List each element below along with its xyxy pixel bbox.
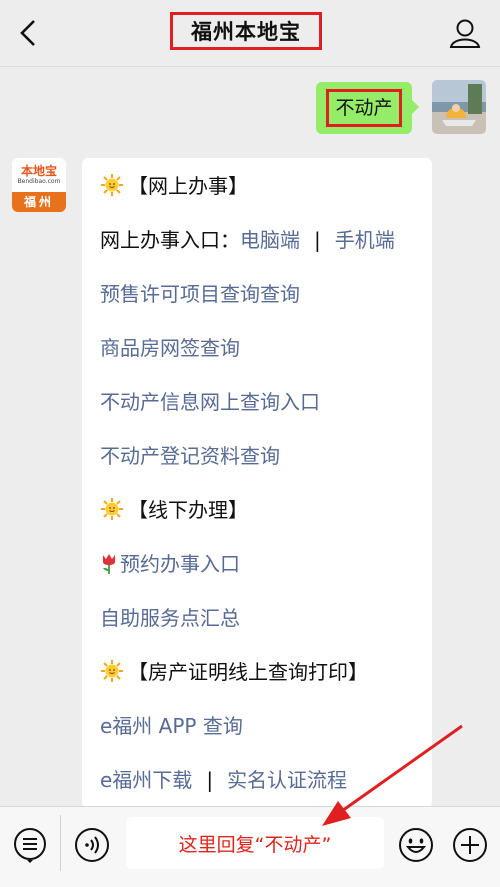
- entry-separator: |: [314, 228, 321, 252]
- mobile-link[interactable]: 手机端: [335, 228, 395, 252]
- section-offline: 【线下办理】: [100, 496, 248, 524]
- bot-avatar[interactable]: 本地宝 Bendibao.com 福州: [12, 158, 66, 212]
- section-certificate-label: 【房产证明线上查询打印】: [128, 660, 368, 684]
- input-bar: 这里回复“不动产”: [0, 806, 500, 887]
- section-online: 【网上办事】: [100, 172, 248, 200]
- user-avatar-image: [432, 80, 486, 134]
- message-input[interactable]: 这里回复“不动产”: [126, 817, 384, 869]
- plus-icon[interactable]: [452, 827, 488, 863]
- sun-icon: [101, 174, 123, 196]
- pc-link[interactable]: 电脑端: [240, 228, 300, 252]
- input-hint: 这里回复“不动产”: [178, 833, 332, 856]
- efuzhou-download-link[interactable]: e福州下载: [100, 768, 192, 792]
- section-online-label: 【网上办事】: [128, 174, 248, 198]
- bot-logo-text: 本地宝: [20, 164, 57, 178]
- section-certificate: 【房产证明线上查询打印】: [100, 658, 368, 686]
- sun-icon: [101, 498, 123, 520]
- appointment-entry-row[interactable]: 预约办事入口: [100, 550, 240, 578]
- sun-icon: [101, 660, 123, 682]
- reply-bubble: 【网上办事】 网上办事入口：电脑端 | 手机端 预售许可项目查询查询 商品房网签查询…: [82, 158, 432, 808]
- tulip-icon: [103, 554, 115, 574]
- menu-icon[interactable]: [12, 827, 48, 863]
- efuzhou-download-row: e福州下载 | 实名认证流程: [100, 766, 347, 794]
- house-contract-query-link[interactable]: 商品房网签查询: [100, 334, 240, 362]
- chat-title-highlight: 福州本地宝: [170, 12, 322, 50]
- real-name-auth-link[interactable]: 实名认证流程: [227, 768, 347, 792]
- sent-message-bubble: 不动产: [316, 82, 419, 134]
- profile-icon[interactable]: [448, 16, 482, 50]
- registration-record-query-link[interactable]: 不动产登记资料查询: [100, 442, 280, 470]
- voice-icon[interactable]: [74, 827, 110, 863]
- download-separator: |: [206, 768, 214, 792]
- back-icon[interactable]: [14, 16, 46, 50]
- chat-header: 福州本地宝: [0, 0, 500, 67]
- self-service-points-link[interactable]: 自助服务点汇总: [100, 604, 240, 632]
- bot-logo: 本地宝 Bendibao.com: [12, 158, 66, 192]
- property-info-query-link[interactable]: 不动产信息网上查询入口: [100, 388, 320, 416]
- bot-logo-city: 福州: [12, 192, 66, 212]
- appointment-link[interactable]: 预约办事入口: [120, 552, 240, 576]
- bot-logo-sub: Bendibao.com: [17, 178, 61, 185]
- presale-query-link[interactable]: 预售许可项目查询查询: [100, 280, 300, 308]
- emoji-icon[interactable]: [398, 827, 434, 863]
- chat-title: 福州本地宝: [191, 20, 301, 44]
- input-divider: [60, 815, 61, 871]
- online-entry-row: 网上办事入口：电脑端 | 手机端: [100, 226, 395, 254]
- online-entry-prefix: 网上办事入口：: [100, 228, 240, 252]
- efuzhou-app-query-link[interactable]: e福州 APP 查询: [100, 712, 243, 740]
- user-avatar[interactable]: [432, 80, 486, 134]
- section-offline-label: 【线下办理】: [128, 498, 248, 522]
- sent-message-text: 不动产: [326, 89, 402, 127]
